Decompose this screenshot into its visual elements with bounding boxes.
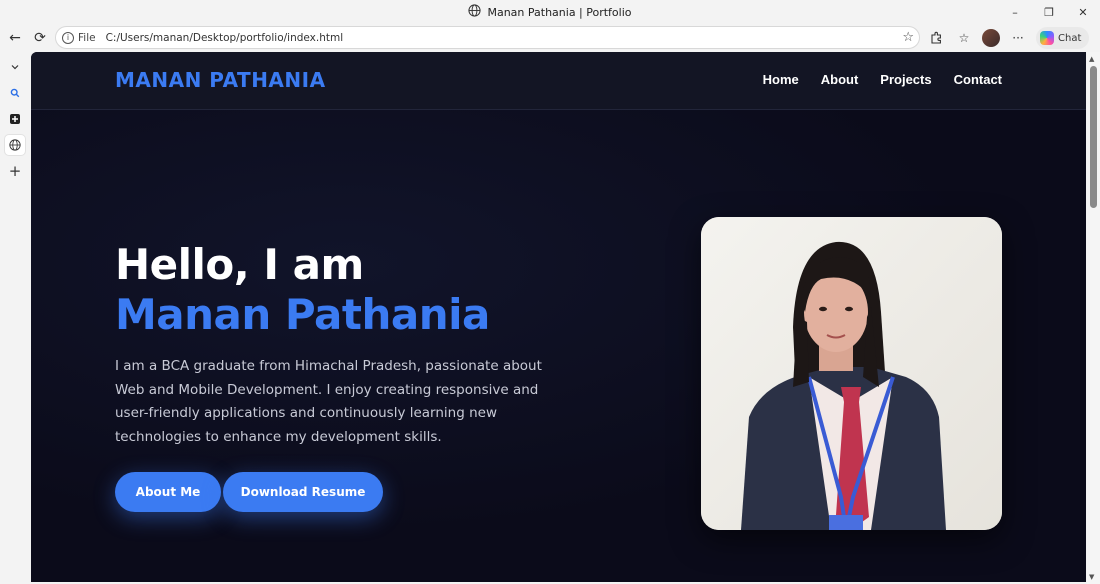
chat-button[interactable]: Chat <box>1036 27 1090 49</box>
minimize-button[interactable]: – <box>998 0 1032 24</box>
page-viewport: MANAN PATHANIA Home About Projects Conta… <box>31 52 1086 582</box>
scroll-down-icon[interactable]: ▼ <box>1089 573 1094 581</box>
about-me-button[interactable]: About Me <box>115 472 221 512</box>
hero-name: Manan Pathania <box>115 290 490 339</box>
favorites-icon[interactable]: ☆ <box>954 28 974 48</box>
nav-link-projects[interactable]: Projects <box>880 72 931 87</box>
download-resume-button[interactable]: Download Resume <box>223 472 383 512</box>
nav-link-about[interactable]: About <box>821 72 859 87</box>
nav-link-contact[interactable]: Contact <box>954 72 1002 87</box>
info-icon[interactable]: i <box>62 31 74 44</box>
address-bar[interactable]: i File C:/Users/manan/Desktop/portfolio/… <box>55 26 920 49</box>
sidebar-globe-icon[interactable] <box>4 134 26 156</box>
globe-icon <box>468 4 482 20</box>
sidebar-chevron-down-icon[interactable] <box>4 56 26 78</box>
back-button[interactable]: ← <box>2 25 28 51</box>
extensions-icon[interactable] <box>926 28 946 48</box>
close-button[interactable]: ✕ <box>1066 0 1100 24</box>
more-menu-icon[interactable]: ··· <box>1008 28 1028 48</box>
sidebar-add-icon[interactable]: + <box>4 160 26 182</box>
profile-avatar[interactable] <box>982 29 1000 47</box>
site-menu: Home About Projects Contact <box>763 72 1002 87</box>
site-brand[interactable]: MANAN PATHANIA <box>115 68 326 92</box>
page-scrollbar[interactable]: ▲ ▼ <box>1087 52 1100 584</box>
back-arrow-icon: ← <box>9 30 21 46</box>
scroll-up-icon[interactable]: ▲ <box>1089 55 1094 63</box>
scrollbar-thumb[interactable] <box>1090 66 1097 208</box>
window-title-text: Manan Pathania | Portfolio <box>487 5 632 19</box>
reload-button[interactable]: ⟳ <box>27 25 53 51</box>
sidebar-toolbox-icon[interactable] <box>4 108 26 130</box>
site-navbar: MANAN PATHANIA Home About Projects Conta… <box>31 52 1086 110</box>
url-text[interactable]: C:/Users/manan/Desktop/portfolio/index.h… <box>106 32 344 44</box>
chat-label: Chat <box>1058 32 1082 44</box>
favorite-star-icon[interactable]: ☆ <box>902 30 914 45</box>
window-title-bar: Manan Pathania | Portfolio – ❐ ✕ <box>0 0 1100 24</box>
window-title: Manan Pathania | Portfolio <box>468 4 632 20</box>
hero-description: I am a BCA graduate from Himachal Prades… <box>115 358 542 445</box>
sidebar-search-icon[interactable] <box>4 82 26 104</box>
reload-icon: ⟳ <box>34 30 46 46</box>
nav-link-home[interactable]: Home <box>763 72 799 87</box>
hero-greeting: Hello, I am <box>115 240 364 289</box>
browser-sidebar: + <box>0 52 30 584</box>
url-scheme-label: File <box>78 31 96 44</box>
copilot-icon <box>1040 31 1054 45</box>
browser-toolbar: ← ⟳ i File C:/Users/manan/Desktop/portfo… <box>0 24 1100 52</box>
profile-photo <box>701 217 1002 530</box>
restore-button[interactable]: ❐ <box>1032 0 1066 24</box>
